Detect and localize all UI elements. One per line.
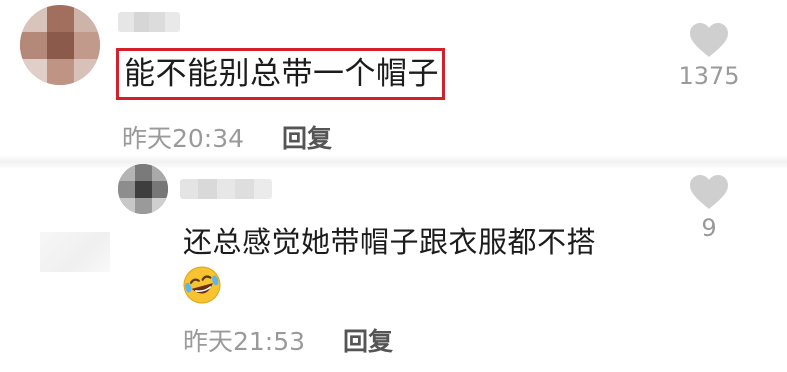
like-count: 1375 (678, 62, 740, 90)
laughing-crying-emoji (183, 266, 221, 304)
comment-timestamp: 昨天21:53 (183, 327, 306, 356)
like-button[interactable]: 1375 (669, 22, 749, 90)
username-blurred[interactable] (180, 179, 272, 199)
heart-icon (690, 175, 728, 209)
comment-thread: 能不能别总带一个帽子 昨天20:34 回复 1375 还总感觉她带帽子跟衣服都不… (0, 0, 787, 372)
like-button[interactable]: 9 (669, 174, 749, 242)
comment-timestamp: 昨天20:34 (122, 124, 245, 153)
heart-icon (690, 23, 728, 57)
reply-button[interactable]: 回复 (282, 119, 332, 155)
background-blur-patch (40, 232, 110, 272)
reply-button[interactable]: 回复 (343, 322, 393, 358)
comment-text: 还总感觉她带帽子跟衣服都不搭 (183, 225, 597, 259)
like-count: 9 (701, 214, 717, 242)
avatar[interactable] (118, 164, 168, 214)
avatar[interactable] (20, 5, 100, 85)
username-blurred[interactable] (118, 12, 180, 32)
comment-text: 能不能别总带一个帽子 (124, 56, 439, 92)
